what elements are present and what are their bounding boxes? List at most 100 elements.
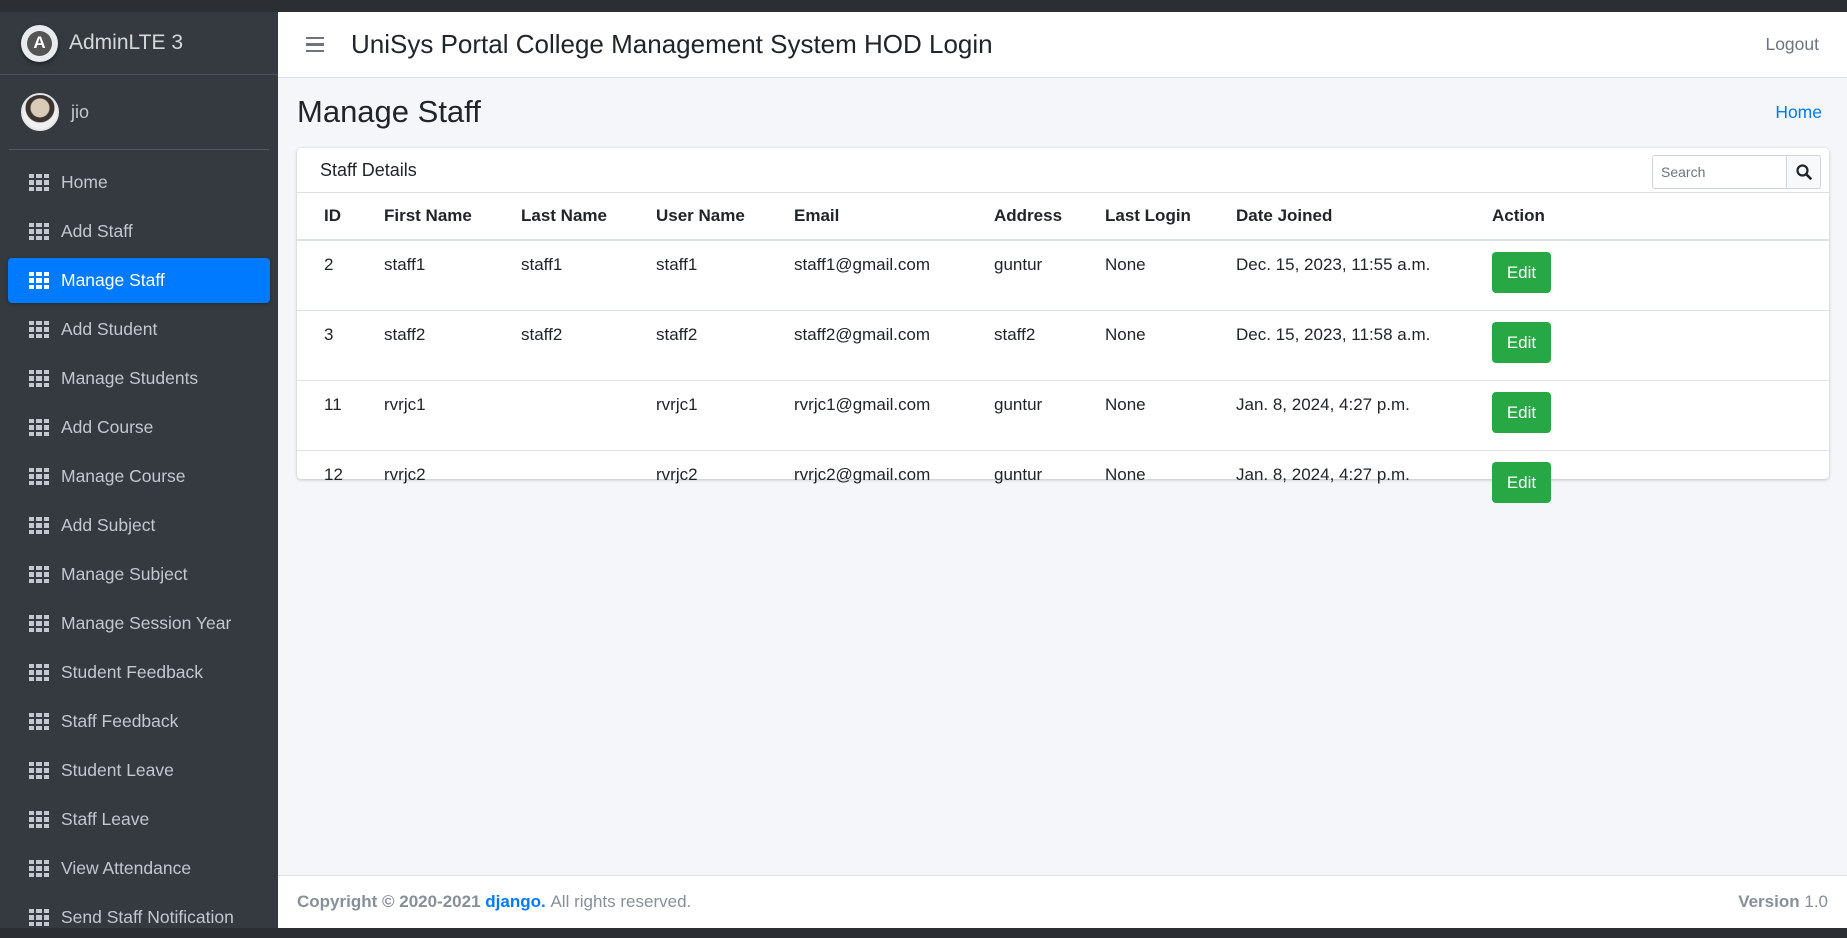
cell-action: Edit (1465, 449, 1829, 520)
avatar (21, 93, 59, 131)
sidebar-item-send-staff-notification[interactable]: Send Staff Notification (8, 895, 270, 928)
sidebar-item-staff-feedback[interactable]: Staff Feedback (8, 699, 270, 744)
column-header: Address (967, 193, 1078, 241)
column-header: ID (297, 193, 357, 241)
sidebar-item-label: View Attendance (61, 858, 192, 878)
cell-email: rvrjc1@gmail.com (767, 379, 967, 450)
card-title: Staff Details (320, 160, 417, 180)
sidebar: A AdminLTE 3 jio Home Add Staff Manage Sta… (0, 12, 278, 928)
sidebar-item-manage-students[interactable]: Manage Students (8, 356, 270, 401)
sidebar-item-label: Manage Session Year (61, 613, 232, 633)
table-row: 12 rvrjc2 rvrjc2 rvrjc2@gmail.com guntur None… (297, 449, 1829, 520)
footer-rights: All rights reserved. (550, 892, 692, 911)
grid-icon (29, 909, 49, 926)
sidebar-item-add-staff[interactable]: Add Staff (8, 209, 270, 254)
table-header-row: ID First Name Last Name User Name Email Addre… (297, 193, 1829, 241)
staff-details-card: Staff Details IDFirst NameLast NameUser … (297, 148, 1829, 520)
sidebar-item-manage-course[interactable]: Manage Course (8, 454, 270, 499)
card-header: Staff Details (297, 148, 1829, 193)
cell-address: guntur (967, 239, 1078, 310)
sidebar-item-label: Student Feedback (61, 662, 204, 682)
content-wrapper: Manage Staff Home Staff Details IDFirst … (278, 78, 1847, 875)
sidebar-item-add-student[interactable]: Add Student (8, 307, 270, 352)
cell-last-name (494, 449, 629, 520)
sidebar-item-label: Add Course (61, 417, 154, 437)
hamburger-icon[interactable] (306, 36, 324, 53)
sidebar-item-manage-subject[interactable]: Manage Subject (8, 552, 270, 597)
edit-button[interactable]: Edit (1492, 391, 1551, 433)
table-row: 2 staff1 staff1 staff1 staff1@gmail.com guntu… (297, 239, 1829, 310)
grid-icon (29, 174, 49, 191)
version-number: 1.0 (1804, 892, 1828, 911)
cell-email: staff2@gmail.com (767, 309, 967, 380)
sidebar-item-add-course[interactable]: Add Course (8, 405, 270, 450)
search-button[interactable] (1786, 155, 1821, 189)
grid-icon (29, 566, 49, 583)
cell-first-name: rvrjc2 (357, 449, 494, 520)
grid-icon (29, 321, 49, 338)
grid-icon (29, 860, 49, 877)
sidebar-item-label: Send Staff Notification (61, 907, 234, 927)
table-row: 11 rvrjc1 rvrjc1 rvrjc1@gmail.com guntur None… (297, 379, 1829, 450)
sidebar-item-label: Add Student (61, 319, 158, 339)
page-title: Manage Staff (297, 94, 481, 129)
table-body: 2 staff1 staff1 staff1 staff1@gmail.com guntu… (297, 239, 1829, 520)
sidebar-item-label: Student Leave (61, 760, 174, 780)
sidebar-item-label: Add Subject (61, 515, 156, 535)
footer-django-link[interactable]: django. (485, 892, 545, 911)
edit-button[interactable]: Edit (1492, 461, 1551, 503)
cell-user-name: rvrjc1 (629, 379, 767, 450)
cell-email: rvrjc2@gmail.com (767, 449, 967, 520)
search-group (1652, 155, 1821, 189)
sidebar-item-label: Staff Feedback (61, 711, 179, 731)
header-title: UniSys Portal College Management System … (351, 29, 993, 59)
cell-first-name: staff1 (357, 239, 494, 310)
user-name[interactable]: jio (71, 102, 89, 123)
column-header: First Name (357, 193, 494, 241)
cell-last-login: None (1078, 239, 1209, 310)
grid-icon (29, 811, 49, 828)
sidebar-item-view-attendance[interactable]: View Attendance (8, 846, 270, 891)
user-panel[interactable]: jio (9, 75, 269, 150)
sidebar-item-manage-staff[interactable]: Manage Staff (8, 258, 270, 303)
grid-icon (29, 419, 49, 436)
sidebar-item-add-subject[interactable]: Add Subject (8, 503, 270, 548)
footer-copyright: Copyright © 2020-2021 django. All rights… (297, 892, 692, 911)
sidebar-item-student-leave[interactable]: Student Leave (8, 748, 270, 793)
cell-date-joined: Dec. 15, 2023, 11:55 a.m. (1209, 239, 1465, 310)
cell-last-login: None (1078, 379, 1209, 450)
column-header: Date Joined (1209, 193, 1465, 241)
cell-date-joined: Jan. 8, 2024, 4:27 p.m. (1209, 379, 1465, 450)
sidebar-item-manage-session-year[interactable]: Manage Session Year (8, 601, 270, 646)
sidebar-item-label: Manage Course (61, 466, 186, 486)
table-row: 3 staff2 staff2 staff2 staff2@gmail.com staff… (297, 309, 1829, 380)
logout-link[interactable]: Logout (1765, 34, 1819, 55)
grid-icon (29, 762, 49, 779)
grid-icon (29, 223, 49, 240)
sidebar-item-staff-leave[interactable]: Staff Leave (8, 797, 270, 842)
sidebar-item-student-feedback[interactable]: Student Feedback (8, 650, 270, 695)
main-header: UniSys Portal College Management System … (278, 12, 1847, 78)
edit-button[interactable]: Edit (1492, 321, 1551, 363)
sidebar-item-home[interactable]: Home (8, 160, 270, 205)
cell-action: Edit (1465, 379, 1829, 450)
grid-icon (29, 713, 49, 730)
cell-id: 2 (297, 239, 357, 310)
search-input[interactable] (1652, 155, 1786, 189)
cell-address: guntur (967, 379, 1078, 450)
edit-button[interactable]: Edit (1492, 252, 1551, 293)
cell-last-login: None (1078, 449, 1209, 520)
window-top-strip (0, 0, 1847, 12)
cell-id: 3 (297, 309, 357, 380)
cell-user-name: rvrjc2 (629, 449, 767, 520)
footer: Copyright © 2020-2021 django. All rights… (278, 875, 1847, 928)
cell-address: guntur (967, 449, 1078, 520)
sidebar-item-label: Manage Students (61, 368, 199, 388)
cell-last-name: staff1 (494, 239, 629, 310)
footer-version: Version 1.0 (1738, 892, 1828, 911)
cell-first-name: rvrjc1 (357, 379, 494, 450)
breadcrumb-home[interactable]: Home (1775, 102, 1822, 123)
brand-logo-letter: A (27, 30, 52, 56)
brand-link[interactable]: A AdminLTE 3 (0, 12, 278, 75)
cell-action: Edit (1465, 239, 1829, 310)
